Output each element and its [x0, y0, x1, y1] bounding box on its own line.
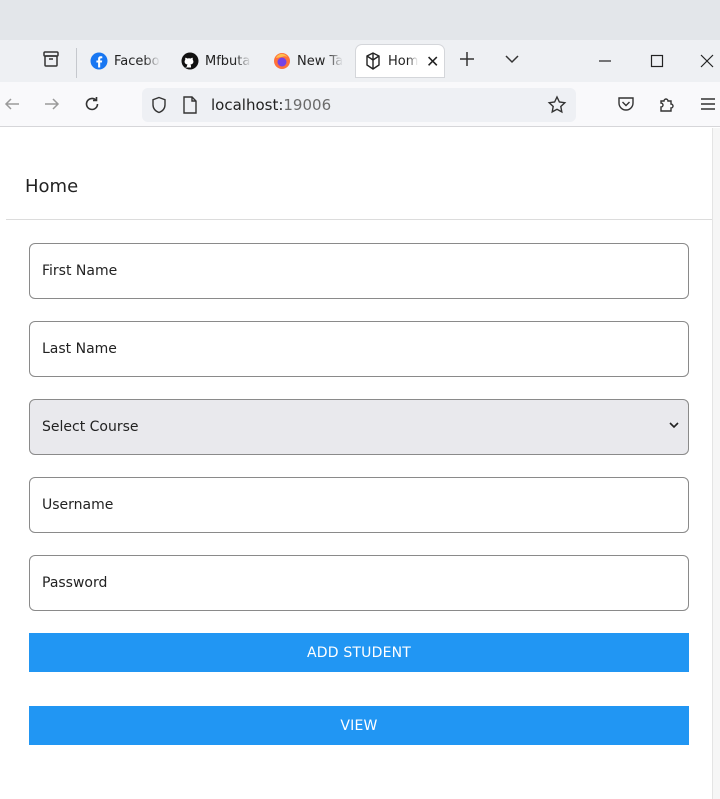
menu-icon[interactable] [696, 92, 720, 116]
app-icon [364, 52, 382, 70]
username-input[interactable]: Username [29, 477, 689, 533]
extensions-icon[interactable] [655, 92, 679, 116]
shield-icon[interactable] [150, 96, 168, 118]
forward-icon[interactable] [40, 92, 64, 116]
facebook-icon [90, 52, 108, 70]
tab-new-tab[interactable]: New Tab [269, 45, 353, 77]
password-placeholder: Password [42, 575, 108, 591]
tab-bar: Facebook Mfbutabo New Tab Home ✕ [0, 40, 720, 82]
maximize-icon[interactable] [643, 47, 671, 75]
first-name-input[interactable]: First Name [29, 243, 689, 299]
first-name-placeholder: First Name [42, 263, 118, 279]
view-button[interactable]: VIEW [29, 706, 689, 745]
page-content: Home First Name Last Name Select Course … [0, 128, 712, 799]
last-name-placeholder: Last Name [42, 341, 117, 357]
list-all-tabs-icon[interactable] [500, 47, 524, 71]
pocket-icon[interactable] [614, 92, 638, 116]
close-window-icon[interactable] [693, 47, 720, 75]
new-tab-icon[interactable] [455, 47, 479, 71]
minimize-icon[interactable] [591, 47, 619, 75]
course-select-value: Select Course [42, 419, 139, 435]
url-port: 19006 [283, 96, 332, 114]
close-tab-icon[interactable]: ✕ [426, 52, 439, 71]
tab-list-icon[interactable] [39, 47, 63, 71]
password-input[interactable]: Password [29, 555, 689, 611]
bookmark-star-icon[interactable] [547, 95, 567, 119]
page-info-icon[interactable] [182, 96, 198, 118]
tab-title: New Tab [297, 53, 343, 69]
url-host: localhost: [211, 96, 284, 114]
tab-separator [76, 48, 77, 78]
address-bar[interactable]: localhost:19006 [142, 88, 576, 122]
last-name-input[interactable]: Last Name [29, 321, 689, 377]
firefox-icon [273, 52, 291, 70]
header-divider [6, 219, 712, 220]
url-text: localhost:19006 [211, 96, 331, 114]
tab-facebook[interactable]: Facebook [86, 45, 172, 77]
chevron-down-icon [668, 419, 680, 435]
github-icon [181, 52, 199, 70]
username-placeholder: Username [42, 497, 114, 513]
scrollbar[interactable] [712, 128, 720, 799]
add-student-button[interactable]: ADD STUDENT [29, 633, 689, 672]
back-icon[interactable] [0, 92, 24, 116]
tab-title: Home [388, 53, 418, 69]
tab-github[interactable]: Mfbutabo [177, 45, 263, 77]
tab-home[interactable]: Home ✕ [356, 45, 444, 77]
course-select[interactable]: Select Course [29, 399, 689, 455]
reload-icon[interactable] [80, 92, 104, 116]
navigation-toolbar: localhost:19006 [0, 82, 720, 127]
tab-title: Facebook [114, 53, 160, 69]
page-title: Home [25, 176, 79, 197]
tab-title: Mfbutabo [205, 53, 251, 69]
